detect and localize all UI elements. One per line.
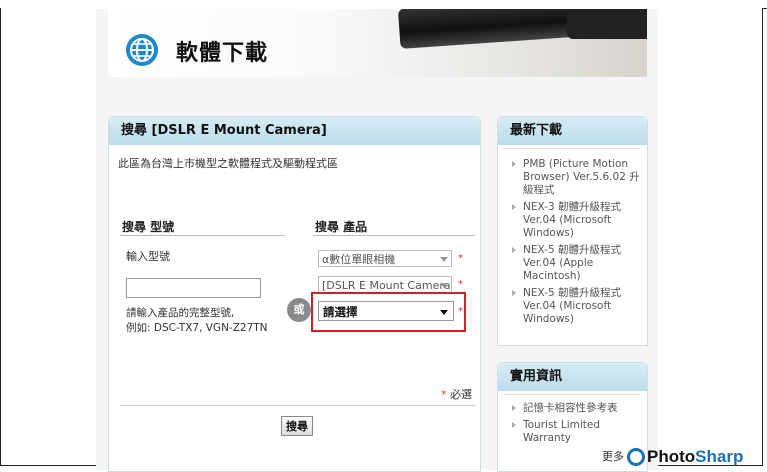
product-search-title: 搜尋 產品 <box>315 220 368 234</box>
useful-item[interactable]: 記憶卡相容性參考表 <box>511 402 641 415</box>
search-button[interactable]: 搜尋 <box>281 416 313 436</box>
useful-item-label[interactable]: Tourist Limited Warranty <box>523 419 600 444</box>
model-hint: 請輸入產品的完整型號, 例如: DSC-TX7, VGN-Z27TN <box>126 306 268 336</box>
logo-text-b: Sharp <box>695 447 744 466</box>
required-star: * <box>458 306 463 317</box>
bullet-icon <box>512 405 516 411</box>
latest-item-label[interactable]: PMB (Picture Motion Browser) Ver.5.6.02 … <box>523 158 640 196</box>
chevron-down-icon <box>440 310 448 315</box>
useful-item-label[interactable]: 記憶卡相容性參考表 <box>523 402 618 414</box>
category-select-value: α數位單眼相機 <box>322 253 396 266</box>
latest-item-label[interactable]: NEX-5 韌體升級程式 Ver.04 (Microsoft Windows) <box>523 287 621 325</box>
useful-panel-title: 實用資訊 <box>498 363 647 391</box>
latest-item-label[interactable]: NEX-3 韌體升級程式 Ver.04 (Microsoft Windows) <box>523 201 621 239</box>
chevron-down-icon <box>440 257 448 262</box>
model-input-label: 輸入型號 <box>126 250 170 263</box>
model-input[interactable] <box>126 278 261 298</box>
bullet-icon <box>512 247 516 253</box>
logo-text-a: Photo <box>647 447 696 466</box>
latest-list: PMB (Picture Motion Browser) Ver.5.6.02 … <box>511 158 641 330</box>
form-divider <box>120 405 475 406</box>
category-select[interactable]: α數位單眼相機 <box>318 250 452 267</box>
series-select-value: [DSLR E Mount Camera <box>322 279 451 292</box>
logo-text: PhotoSharp <box>647 447 743 467</box>
latest-item[interactable]: PMB (Picture Motion Browser) Ver.5.6.02 … <box>511 158 641 197</box>
latest-item[interactable]: NEX-5 韌體升級程式 Ver.04 (Apple Macintosh) <box>511 244 641 283</box>
bullet-icon <box>512 290 516 296</box>
model-select-value: 請選擇 <box>323 305 358 319</box>
required-note-text: 必選 <box>450 388 472 401</box>
latest-divider <box>503 148 640 149</box>
required-note-star: * <box>441 388 447 401</box>
bullet-icon <box>512 161 516 167</box>
model-hint-line2: 例如: DSC-TX7, VGN-Z27TN <box>126 322 268 334</box>
useful-list: 記憶卡相容性參考表 Tourist Limited Warranty <box>511 402 641 449</box>
latest-item[interactable]: NEX-3 韌體升級程式 Ver.04 (Microsoft Windows) <box>511 201 641 240</box>
model-hint-line1: 請輸入產品的完整型號, <box>126 307 235 319</box>
model-divider <box>120 235 285 236</box>
more-link[interactable]: 更多 <box>602 448 624 464</box>
search-panel-title: 搜尋 [DSLR E Mount Camera] <box>109 117 480 145</box>
required-star: * <box>458 253 463 264</box>
or-badge: 或 <box>287 298 311 322</box>
model-search-title: 搜尋 型號 <box>122 220 175 234</box>
chevron-down-icon <box>440 283 448 288</box>
camera-image-end <box>567 9 647 39</box>
bullet-icon <box>512 422 516 428</box>
series-select[interactable]: [DSLR E Mount Camera <box>318 276 452 293</box>
useful-item[interactable]: Tourist Limited Warranty <box>511 419 641 445</box>
bullet-icon <box>512 204 516 210</box>
search-description: 此區為台灣上市機型之軟體程式及驅動程式區 <box>118 157 338 170</box>
required-star: * <box>458 279 463 290</box>
model-select[interactable]: 請選擇 <box>318 301 454 321</box>
latest-panel-title: 最新下載 <box>498 117 647 145</box>
product-divider <box>313 235 475 236</box>
required-note: * 必選 <box>441 386 472 402</box>
page-title: 軟體下載 <box>176 41 269 66</box>
globe-icon <box>126 34 158 66</box>
useful-divider <box>503 394 640 395</box>
latest-item-label[interactable]: NEX-5 韌體升級程式 Ver.04 (Apple Macintosh) <box>523 244 621 282</box>
logo-ring-icon <box>627 448 645 466</box>
latest-item[interactable]: NEX-5 韌體升級程式 Ver.04 (Microsoft Windows) <box>511 287 641 326</box>
photosharp-logo: PhotoSharp <box>627 445 743 469</box>
